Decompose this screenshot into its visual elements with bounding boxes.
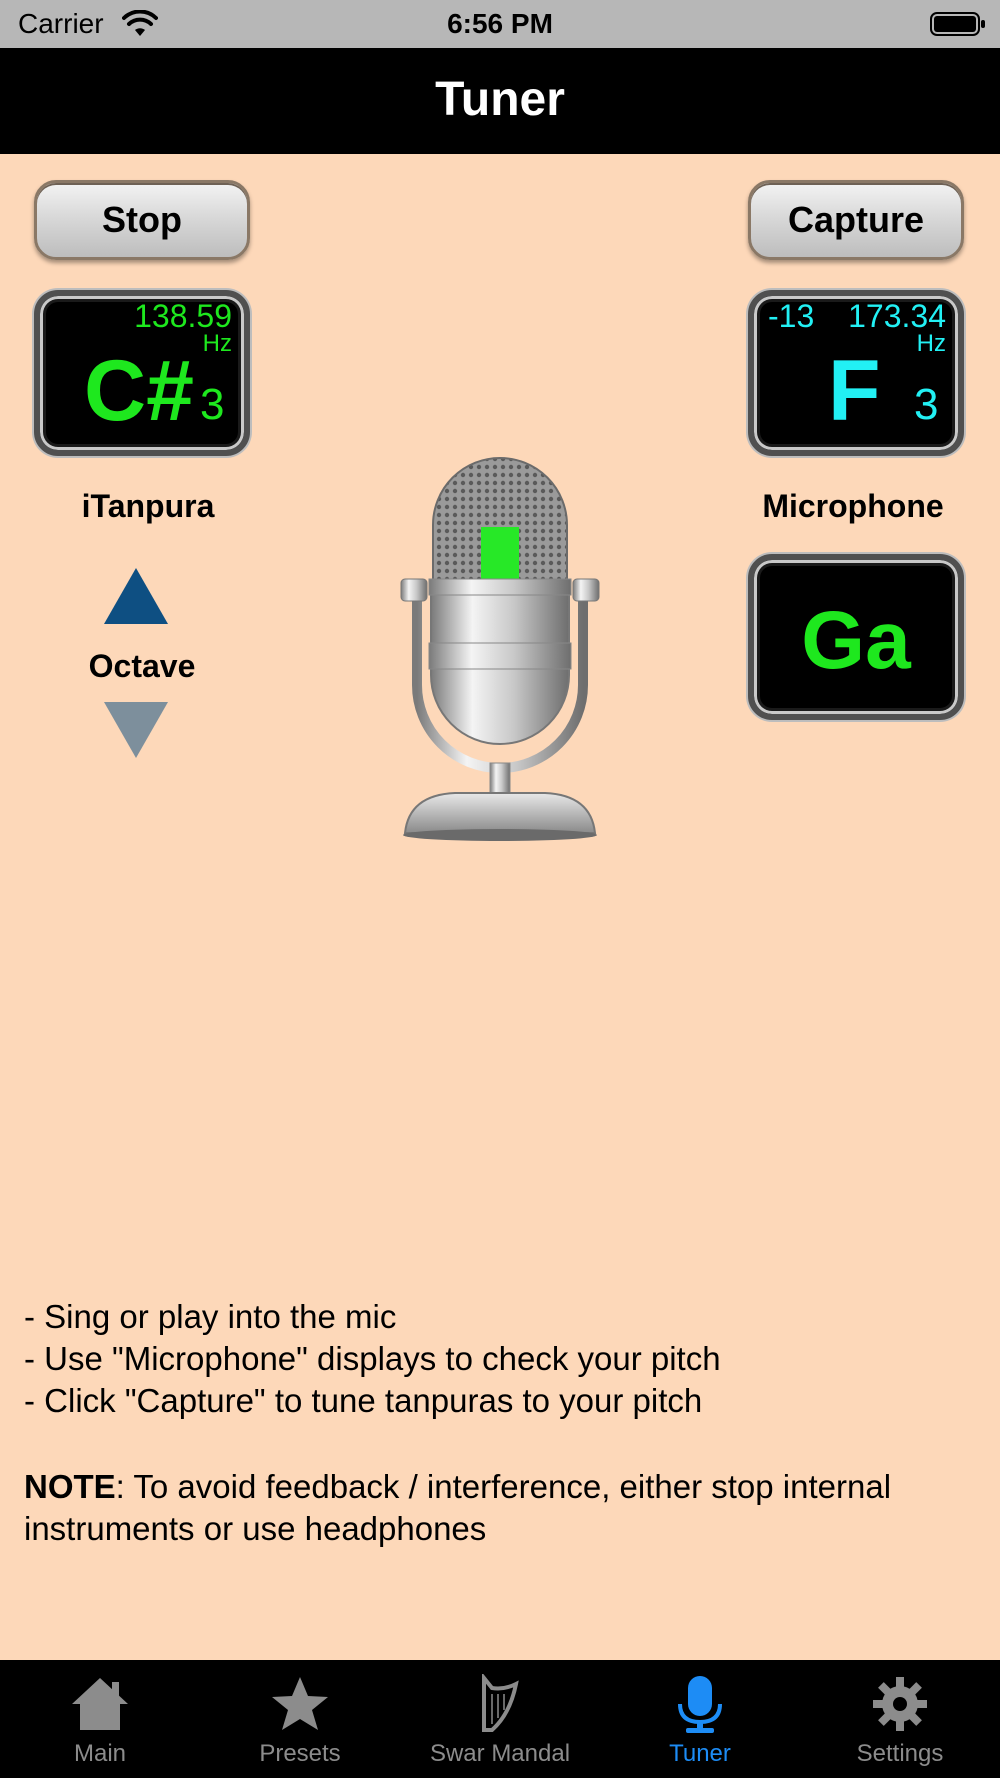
tab-tuner[interactable]: Tuner — [600, 1660, 800, 1778]
octave-down-icon[interactable] — [102, 700, 170, 760]
note-heading: NOTE — [24, 1468, 116, 1505]
microphone-note: F — [828, 343, 881, 439]
note-text: NOTE: To avoid feedback / interference, … — [24, 1466, 974, 1550]
itanpura-octave: 3 — [200, 380, 225, 429]
octave-up-icon[interactable] — [102, 566, 170, 626]
note-body: : To avoid feedback / interference, eith… — [24, 1468, 892, 1547]
tab-label: Tuner — [669, 1740, 731, 1767]
tab-swar-mandal[interactable]: Swar Mandal — [400, 1660, 600, 1778]
tab-label: Swar Mandal — [429, 1740, 571, 1767]
octave-label: Octave — [88, 648, 196, 684]
microphone-icon — [400, 457, 600, 841]
tab-bar: Main Presets Swar Mandal Tuner Settings — [0, 1660, 1000, 1778]
microphone-cents: -13 — [768, 298, 815, 334]
capture-button[interactable]: Capture — [748, 180, 964, 260]
status-time: 6:56 PM — [447, 8, 553, 39]
itanpura-note: C# — [84, 343, 194, 439]
tab-main[interactable]: Main — [0, 1660, 200, 1778]
stop-button[interactable]: Stop — [34, 180, 250, 260]
tab-label: Settings — [856, 1740, 944, 1767]
tab-settings[interactable]: Settings — [800, 1660, 1000, 1778]
instruction-line: - Use "Microphone" displays to check you… — [24, 1340, 721, 1377]
microphone-label: Microphone — [762, 488, 944, 524]
itanpura-label: iTanpura — [81, 488, 215, 524]
home-icon — [72, 1678, 128, 1730]
tab-label: Presets — [259, 1740, 341, 1767]
swar-note: Ga — [801, 595, 911, 686]
star-icon — [272, 1677, 328, 1730]
tab-label: Main — [73, 1740, 127, 1767]
instruction-line: - Click "Capture" to tune tanpuras to yo… — [24, 1382, 703, 1419]
page-title: Tuner — [435, 73, 565, 126]
instructions: - Sing or play into the mic - Use "Micro… — [24, 1296, 974, 1422]
microphone-icon — [678, 1676, 722, 1733]
harp-icon — [482, 1674, 519, 1732]
instruction-line: - Sing or play into the mic — [24, 1298, 397, 1335]
tab-presets[interactable]: Presets — [200, 1660, 400, 1778]
gear-icon — [873, 1677, 927, 1731]
battery-icon — [930, 12, 985, 36]
microphone-octave: 3 — [914, 380, 939, 429]
